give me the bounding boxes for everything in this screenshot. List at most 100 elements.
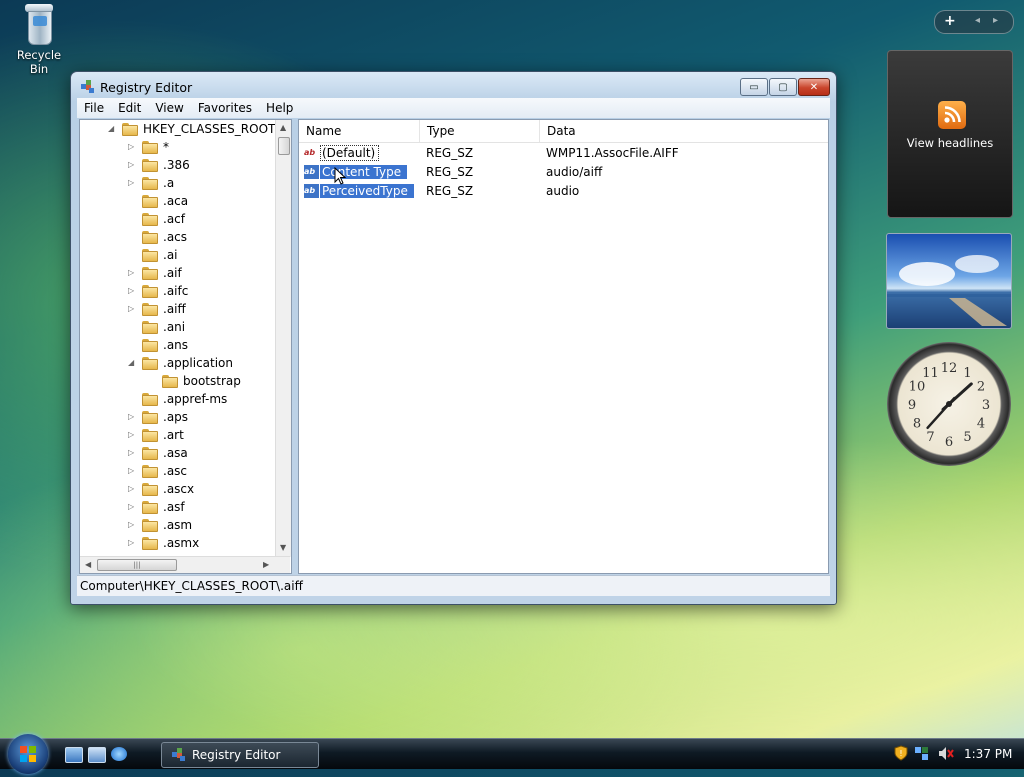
tree-item[interactable]: ▷ * [128,138,169,156]
expand-icon[interactable]: ▷ [128,431,136,439]
column-header-data[interactable]: Data [540,120,828,142]
value-row[interactable]: ab PerceivedType REG_SZ audio [299,182,828,201]
tree-item[interactable]: .acf [128,210,185,228]
tree-item[interactable]: ▷ .aps [128,408,188,426]
expand-icon[interactable]: ▷ [128,521,136,529]
tree-item[interactable]: ◢ .application [128,354,233,372]
volume-muted-icon[interactable] [938,746,954,761]
tree-horizontal-scrollbar[interactable]: ◀ ||| ▶ [80,556,290,573]
next-icon[interactable]: ▸ [993,15,998,26]
expand-icon[interactable]: ▷ [128,287,136,295]
string-value-icon: ab [304,165,319,179]
menu-view[interactable]: View [148,101,190,115]
slideshow-image [887,255,1011,326]
tree-item[interactable]: ▷ .asf [128,498,185,516]
expand-icon[interactable]: ▷ [128,467,136,475]
expand-icon[interactable]: ▷ [128,161,136,169]
scroll-up-icon[interactable]: ▲ [280,123,286,132]
view-headlines-link[interactable]: View headlines [888,136,1012,150]
expand-icon[interactable]: ▷ [128,539,136,547]
maximize-button[interactable]: ▢ [769,78,797,96]
folder-icon [142,464,158,478]
add-gadget-icon[interactable]: + [944,13,956,29]
start-button[interactable] [8,734,48,774]
window-titlebar[interactable]: Registry Editor ▭ ▢ ✕ [71,72,836,100]
show-desktop-icon[interactable] [65,747,83,763]
expand-icon[interactable]: ▷ [128,413,136,421]
tree-item[interactable]: ▷ .ascx [128,480,194,498]
tree-item[interactable]: ▷ .asc [128,462,187,480]
feed-headlines-gadget[interactable]: View headlines [887,50,1013,218]
scroll-right-icon[interactable]: ▶ [263,560,269,569]
tree-item[interactable]: ▷ .aifc [128,282,188,300]
expand-icon[interactable]: ▷ [128,449,136,457]
taskbar-button-registry-editor[interactable]: Registry Editor [161,742,319,768]
tree-item[interactable]: .acs [128,228,187,246]
tree-item-label: .aps [163,410,189,424]
scroll-thumb[interactable]: ||| [97,559,177,571]
value-data: WMP11.AssocFile.AIFF [546,146,679,160]
expand-icon[interactable]: ▷ [128,485,136,493]
tree-item-label: .aif [163,266,182,280]
tree-item[interactable]: .appref-ms [128,390,227,408]
expand-icon[interactable]: ▷ [128,179,136,187]
menu-favorites[interactable]: Favorites [191,101,259,115]
tree-vertical-scrollbar[interactable]: ▲ ▼ [275,120,291,557]
clock-gadget[interactable]: 12 1 2 3 4 5 6 7 8 9 10 11 [887,342,1011,466]
folder-icon [142,266,158,280]
registry-tree-pane[interactable]: ◢ HKEY_CLASSES_ROOT ▷ * ▷ .386 ▷ .a .aca .acf .a… [79,119,292,574]
folder-icon [142,176,158,190]
tree-item[interactable]: .ai [128,246,178,264]
tree-item[interactable]: ▷ .asmx [128,534,199,552]
close-button[interactable]: ✕ [798,78,830,96]
previous-icon[interactable]: ◂ [975,15,980,26]
tree-item[interactable]: ▷ .aiff [128,300,186,318]
clock-numeral: 4 [977,417,985,432]
menu-file[interactable]: File [77,101,111,115]
tree-item[interactable]: ▷ .asm [128,516,192,534]
value-row[interactable]: ab Content Type REG_SZ audio/aiff [299,163,828,182]
value-row[interactable]: ab (Default) REG_SZ WMP11.AssocFile.AIFF [299,144,828,163]
tree-item[interactable]: ▷ .art [128,426,184,444]
menu-edit[interactable]: Edit [111,101,148,115]
scroll-down-icon[interactable]: ▼ [280,543,286,552]
taskbar-clock[interactable]: 1:37 PM [964,747,1012,761]
pane-splitter[interactable] [290,119,298,574]
clock-numeral: 7 [926,430,934,445]
tree-item[interactable]: ▷ .asa [128,444,188,462]
network-icon[interactable] [914,746,929,761]
expand-icon[interactable]: ▷ [128,143,136,151]
clock-numeral: 2 [977,380,985,395]
column-header-name[interactable]: Name [299,120,420,142]
scroll-thumb[interactable] [278,137,290,155]
tree-item[interactable]: .ani [128,318,185,336]
tree-item[interactable]: .aca [128,192,188,210]
slideshow-gadget[interactable] [886,233,1012,329]
expand-icon[interactable]: ▷ [128,503,136,511]
menu-help[interactable]: Help [259,101,300,115]
desktop-icon-recycle-bin[interactable]: Recycle Bin [6,2,72,76]
switch-windows-icon[interactable] [88,747,106,763]
tree-item[interactable]: ▷ .a [128,174,174,192]
collapse-icon[interactable]: ◢ [128,359,136,367]
registry-values-pane[interactable]: Name Type Data ab (Default) REG_SZ WMP11… [298,119,829,574]
folder-icon [142,230,158,244]
scroll-left-icon[interactable]: ◀ [85,560,91,569]
column-header-type[interactable]: Type [420,120,540,142]
expand-icon[interactable]: ▷ [128,305,136,313]
tree-item[interactable]: bootstrap [148,372,241,390]
tree-item[interactable]: ▷ .386 [128,156,190,174]
clock-numeral: 11 [922,366,939,381]
tree-item-root[interactable]: ◢ HKEY_CLASSES_ROOT [108,120,275,138]
expand-icon[interactable]: ▷ [128,269,136,277]
close-icon: ✕ [809,81,819,93]
minimize-button[interactable]: ▭ [740,78,768,96]
recycle-bin-label: Recycle Bin [16,48,62,76]
internet-explorer-icon[interactable] [111,747,127,761]
tree-item[interactable]: ▷ .aif [128,264,182,282]
collapse-icon[interactable]: ◢ [108,125,116,133]
tree-item-label: .aca [163,194,189,208]
security-shield-icon[interactable]: ! [894,745,908,761]
tree-item[interactable]: .ans [128,336,188,354]
